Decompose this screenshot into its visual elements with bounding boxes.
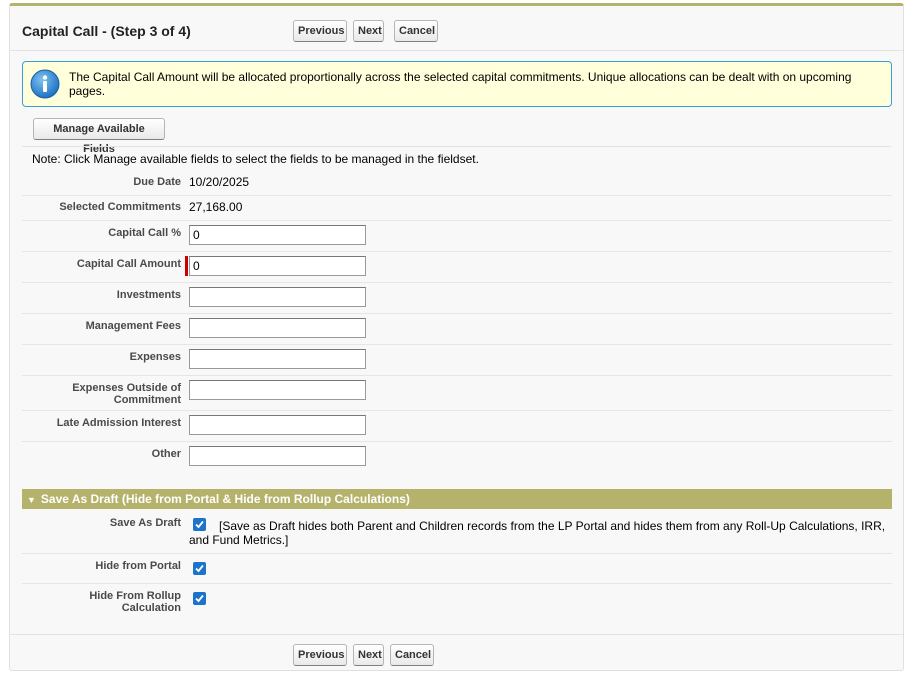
due-date-row: Due Date 10/20/2025 <box>22 171 892 196</box>
investments-label: Investments <box>116 289 181 301</box>
management-fees-input[interactable] <box>189 318 366 338</box>
cancel-button[interactable]: Cancel <box>394 20 438 42</box>
save-as-draft-help-text: [Save as Draft hides both Parent and Chi… <box>189 519 886 547</box>
hide-from-rollup-label-line1: Hide From Rollup <box>89 590 181 602</box>
expenses-outside-label: Expenses Outside of Commitment <box>31 382 181 406</box>
capital-call-pct-input[interactable] <box>189 225 366 245</box>
info-message-text: The Capital Call Amount will be allocate… <box>69 70 852 98</box>
late-admission-row: Late Admission Interest <box>22 411 892 442</box>
info-message-box: The Capital Call Amount will be allocate… <box>22 61 892 107</box>
expenses-label: Expenses <box>129 351 181 363</box>
hide-from-portal-checkbox[interactable] <box>193 562 206 575</box>
capital-call-amount-row: Capital Call Amount <box>22 252 892 283</box>
due-date-label: Due Date <box>133 176 181 188</box>
page-title: Capital Call - (Step 3 of 4) <box>22 23 191 39</box>
footer-previous-button[interactable]: Previous <box>293 644 347 666</box>
footer-divider <box>10 634 903 635</box>
footer-cancel-button[interactable]: Cancel <box>390 644 434 666</box>
save-as-draft-section-header[interactable]: ▼ Save As Draft (Hide from Portal & Hide … <box>22 489 892 509</box>
fields-divider <box>22 146 891 147</box>
due-date-value: 10/20/2025 <box>189 175 250 189</box>
expenses-outside-row: Expenses Outside of Commitment <box>22 376 892 411</box>
required-indicator <box>185 256 188 276</box>
hide-from-portal-row: Hide from Portal <box>22 554 892 584</box>
header-divider <box>10 50 903 51</box>
expenses-outside-input[interactable] <box>189 380 366 400</box>
other-input[interactable] <box>189 446 366 466</box>
next-button[interactable]: Next <box>353 20 384 42</box>
expenses-outside-label-line2: Commitment <box>113 394 181 406</box>
expenses-outside-label-line1: Expenses Outside of <box>72 382 181 394</box>
late-admission-input[interactable] <box>189 415 366 435</box>
management-fees-row: Management Fees <box>22 314 892 345</box>
capital-call-amount-input[interactable] <box>189 256 366 276</box>
collapse-triangle-icon: ▼ <box>27 495 36 505</box>
manage-available-fields-button[interactable]: Manage Available Fields <box>33 118 165 155</box>
expenses-row: Expenses <box>22 345 892 376</box>
checkmark-icon <box>195 594 204 603</box>
management-fees-label: Management Fees <box>85 320 181 332</box>
investments-row: Investments <box>22 283 892 314</box>
hide-from-rollup-label-line2: Calculation <box>121 602 181 614</box>
hide-from-rollup-checkbox[interactable] <box>193 592 206 605</box>
selected-commitments-value: 27,168.00 <box>189 200 243 214</box>
section-title: Save As Draft (Hide from Portal & Hide f… <box>40 492 410 506</box>
other-label: Other <box>151 448 181 460</box>
save-as-draft-row: Save As Draft [Save as Draft hides both … <box>22 511 892 554</box>
selected-commitments-row: Selected Commitments 27,168.00 <box>22 196 892 221</box>
capital-call-amount-label: Capital Call Amount <box>76 258 181 270</box>
capital-call-form: Capital Call - (Step 3 of 4) Previous Ne… <box>9 3 904 671</box>
selected-commitments-label: Selected Commitments <box>59 201 181 213</box>
info-icon <box>30 69 60 99</box>
fieldset-note: Note: Click Manage available fields to s… <box>32 152 479 166</box>
hide-from-portal-label: Hide from Portal <box>95 560 181 572</box>
checkmark-icon <box>195 564 204 573</box>
footer-next-button[interactable]: Next <box>353 644 384 666</box>
late-admission-label: Late Admission Interest <box>56 417 181 429</box>
investments-input[interactable] <box>189 287 366 307</box>
save-as-draft-label: Save As Draft <box>109 517 181 529</box>
previous-button[interactable]: Previous <box>293 20 347 42</box>
other-row: Other <box>22 442 892 472</box>
expenses-input[interactable] <box>189 349 366 369</box>
hide-from-rollup-row: Hide From Rollup Calculation <box>22 584 892 618</box>
hide-from-rollup-label: Hide From Rollup Calculation <box>31 590 181 614</box>
capital-call-pct-label: Capital Call % <box>108 227 181 239</box>
capital-call-pct-row: Capital Call % <box>22 221 892 252</box>
